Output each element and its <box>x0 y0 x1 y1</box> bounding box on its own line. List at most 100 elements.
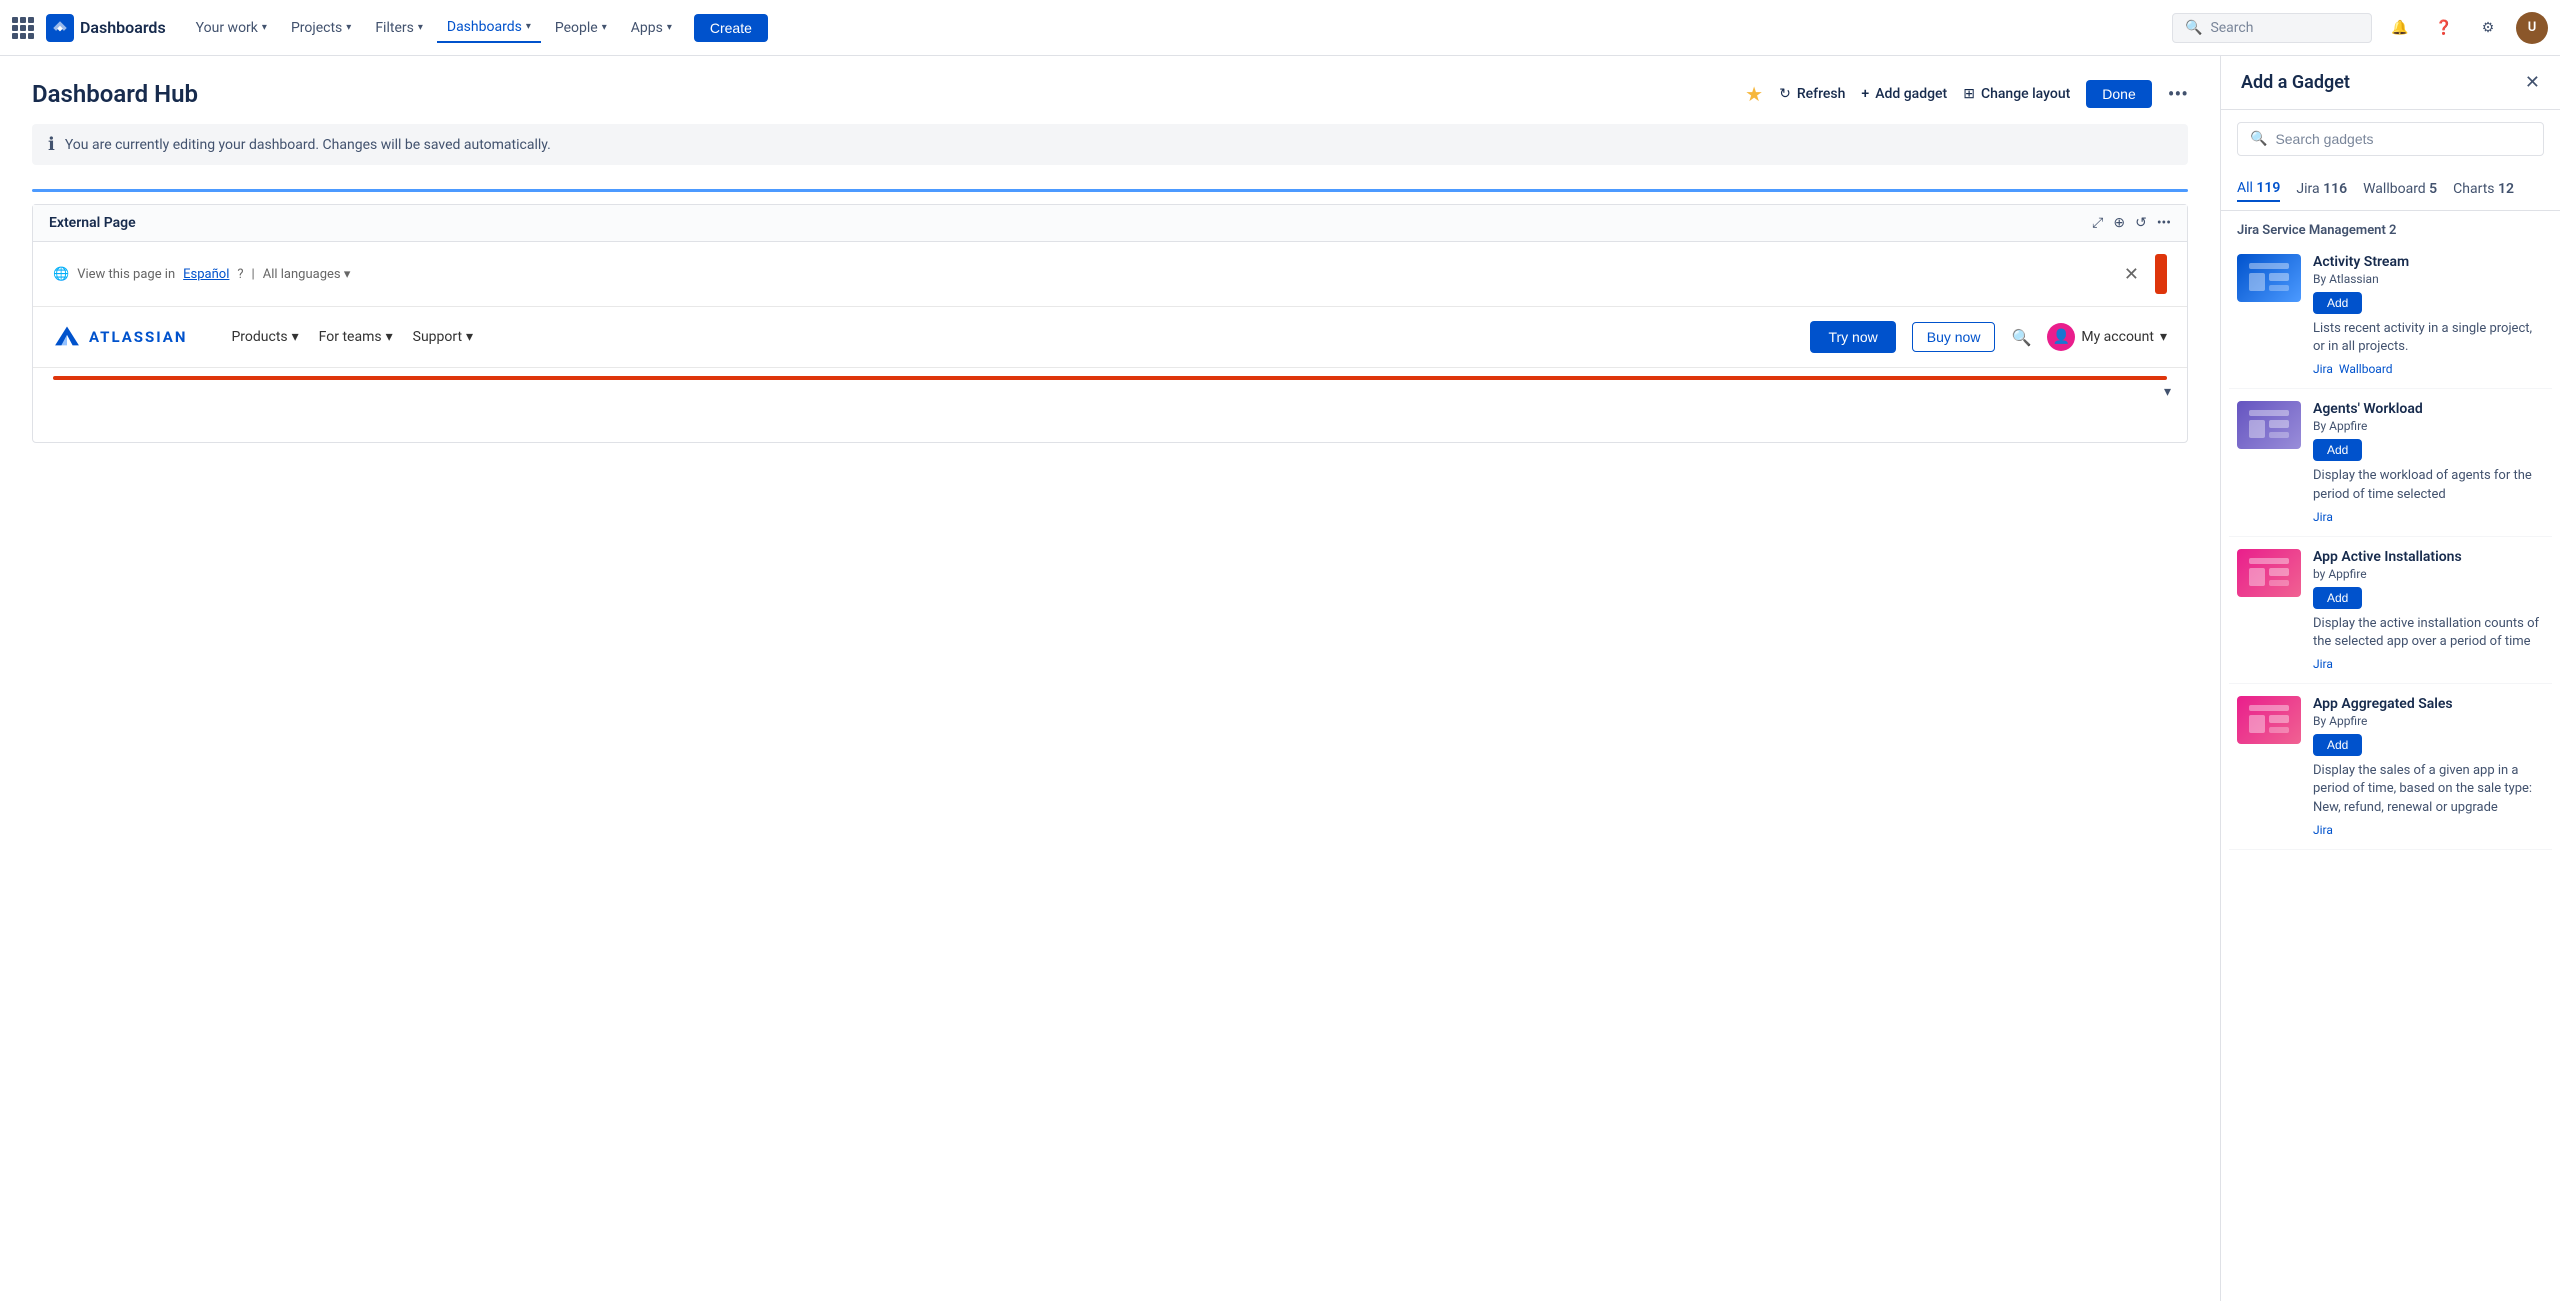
apps-chevron: ▾ <box>667 22 672 33</box>
settings-gadget-icon[interactable]: ⊕ <box>2113 215 2125 231</box>
apps-grid-icon[interactable] <box>12 17 34 39</box>
gadget-description: Lists recent activity in a single projec… <box>2313 320 2544 356</box>
gadget-tag: Jira <box>2313 362 2333 376</box>
filter-tab-all[interactable]: All 119 <box>2237 176 2280 202</box>
blue-separator <box>32 189 2188 192</box>
gadget-name: Activity Stream <box>2313 254 2544 270</box>
nav-your-work[interactable]: Your work ▾ <box>186 14 277 42</box>
notifications-button[interactable]: 🔔 <box>2384 12 2416 44</box>
gadget-tag: Wallboard <box>2339 362 2393 376</box>
add-gadget-button-2[interactable]: Add <box>2313 587 2362 609</box>
add-gadget-button-0[interactable]: Add <box>2313 292 2362 314</box>
filter-tab-charts[interactable]: Charts 12 <box>2453 177 2514 201</box>
spanish-link[interactable]: Español <box>183 267 229 282</box>
layout-icon: ⊞ <box>1963 86 1975 102</box>
my-account-button[interactable]: 👤 My account ▾ <box>2047 323 2167 351</box>
language-bar: 🌐 View this page in Español ? | All lang… <box>33 242 2187 307</box>
add-gadget-button-1[interactable]: Add <box>2313 439 2362 461</box>
gadget-list: Activity Stream By Atlassian Add Lists r… <box>2221 242 2560 850</box>
refresh-gadget-icon[interactable]: ↺ <box>2135 215 2147 231</box>
try-now-button[interactable]: Try now <box>1810 321 1895 353</box>
gadget-description: Display the sales of a given app in a pe… <box>2313 762 2544 817</box>
settings-button[interactable]: ⚙ <box>2472 12 2504 44</box>
jira-logo-text: Dashboards <box>80 18 166 37</box>
gadget-thumbnail <box>2237 254 2301 302</box>
gadget-item: App Aggregated Sales By Appfire Add Disp… <box>2229 684 2552 850</box>
gadget-search-input[interactable] <box>2275 131 2531 147</box>
gadget-body: 🌐 View this page in Español ? | All lang… <box>33 242 2187 442</box>
atlassian-nav-links: Products ▾ For teams ▾ Support ▾ <box>231 329 473 345</box>
close-lang-icon[interactable]: ✕ <box>2124 264 2139 285</box>
gadget-tags: Jira <box>2313 510 2544 524</box>
jira-logo[interactable]: Dashboards <box>46 14 166 42</box>
search-box[interactable]: 🔍 Search <box>2172 13 2372 43</box>
gadget-title: External Page <box>49 215 136 231</box>
gadget-info: App Active Installations by Appfire Add … <box>2313 549 2544 671</box>
add-gadget-button-3[interactable]: Add <box>2313 734 2362 756</box>
nav-people[interactable]: People ▾ <box>545 14 617 42</box>
lang-text: View this page in <box>77 267 175 282</box>
change-layout-button[interactable]: ⊞ Change layout <box>1963 86 2070 102</box>
projects-chevron: ▾ <box>346 22 351 33</box>
atl-teams-link[interactable]: For teams ▾ <box>319 329 393 345</box>
atl-products-link[interactable]: Products ▾ <box>231 329 298 345</box>
gadget-item: App Active Installations by Appfire Add … <box>2229 537 2552 684</box>
dashboard-area: Dashboard Hub ★ ↻ Refresh + Add gadget ⊞… <box>0 56 2220 1301</box>
done-button[interactable]: Done <box>2086 80 2151 108</box>
right-panel-header: Add a Gadget ✕ <box>2221 56 2560 110</box>
section-label: Jira Service Management 2 <box>2221 211 2560 242</box>
maximize-icon[interactable]: ⤢ <box>2092 215 2103 231</box>
nav-filters[interactable]: Filters ▾ <box>365 14 433 42</box>
external-page-gadget: External Page ⤢ ⊕ ↺ ••• 🌐 View this page… <box>32 204 2188 443</box>
info-icon: ℹ <box>48 134 55 155</box>
gadget-tag: Jira <box>2313 510 2333 524</box>
gadget-tags: Jira Wallboard <box>2313 362 2544 376</box>
your-work-chevron: ▾ <box>262 22 267 33</box>
gadget-header: External Page ⤢ ⊕ ↺ ••• <box>33 205 2187 242</box>
gadget-name: App Aggregated Sales <box>2313 696 2544 712</box>
filter-tabs: All 119 Jira 116 Wallboard 5 Charts 12 <box>2221 168 2560 211</box>
top-navigation: Dashboards Your work ▾ Projects ▾ Filter… <box>0 0 2560 56</box>
gadget-bottom: ▾ <box>33 368 2187 404</box>
gadget-thumbnail <box>2237 401 2301 449</box>
gadget-by: By Appfire <box>2313 419 2544 433</box>
atlassian-navbar: ATLASSIAN Products ▾ For teams ▾ Support <box>33 307 2187 368</box>
star-button[interactable]: ★ <box>1745 82 1763 106</box>
gadget-tags: Jira <box>2313 823 2544 837</box>
dashboards-chevron: ▾ <box>526 21 531 32</box>
gadget-tag: Jira <box>2313 823 2333 837</box>
support-chevron-icon: ▾ <box>466 329 473 345</box>
atlassian-search-icon[interactable]: 🔍 <box>2011 328 2031 347</box>
scroll-down-icon[interactable]: ▾ <box>2164 384 2171 400</box>
avatar[interactable]: U <box>2516 12 2548 44</box>
globe-icon: 🌐 <box>53 267 69 282</box>
more-gadget-icon[interactable]: ••• <box>2157 215 2171 231</box>
gear-icon: ⚙ <box>2482 20 2495 36</box>
filter-tab-jira[interactable]: Jira 116 <box>2296 177 2347 201</box>
nav-apps[interactable]: Apps ▾ <box>621 14 682 42</box>
products-chevron-icon: ▾ <box>292 329 299 345</box>
gadget-info: Activity Stream By Atlassian Add Lists r… <box>2313 254 2544 376</box>
gadget-thumbnail <box>2237 696 2301 744</box>
close-panel-button[interactable]: ✕ <box>2525 72 2540 93</box>
create-button[interactable]: Create <box>694 14 768 42</box>
more-options-button[interactable]: ••• <box>2168 82 2188 106</box>
help-button[interactable]: ❓ <box>2428 12 2460 44</box>
lang-right: ✕ <box>2124 254 2167 294</box>
teams-chevron-icon: ▾ <box>386 329 393 345</box>
atl-support-link[interactable]: Support ▾ <box>413 329 473 345</box>
account-chevron-icon: ▾ <box>2160 329 2167 345</box>
search-gadget-icon: 🔍 <box>2250 131 2267 147</box>
add-gadget-button[interactable]: + Add gadget <box>1861 86 1947 102</box>
gadget-tag: Jira <box>2313 657 2333 671</box>
people-chevron: ▾ <box>602 22 607 33</box>
filter-tab-wallboard[interactable]: Wallboard 5 <box>2363 177 2437 201</box>
all-languages-dropdown[interactable]: All languages ▾ <box>263 267 351 282</box>
nav-projects[interactable]: Projects ▾ <box>281 14 361 42</box>
gadget-thumbnail <box>2237 549 2301 597</box>
refresh-button[interactable]: ↻ Refresh <box>1779 86 1845 102</box>
buy-now-button[interactable]: Buy now <box>1912 322 1996 352</box>
gadget-search-box[interactable]: 🔍 <box>2237 122 2544 156</box>
nav-dashboards[interactable]: Dashboards ▾ <box>437 13 541 43</box>
right-panel: Add a Gadget ✕ 🔍 All 119 Jira 116 Wallboar… <box>2220 56 2560 1301</box>
